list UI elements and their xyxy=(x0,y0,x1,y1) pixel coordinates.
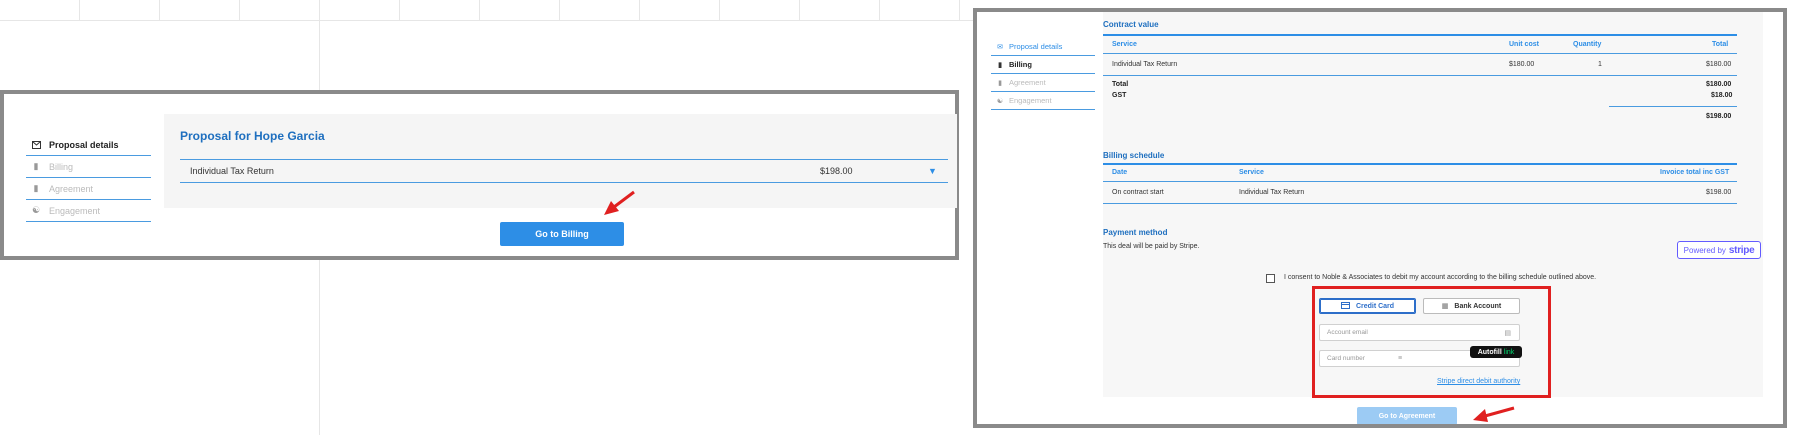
step-label: Proposal details xyxy=(1009,42,1063,51)
table-divider xyxy=(1103,53,1737,54)
billing-panel: ✉ Proposal details ▮ Billing ▮ Agreement… xyxy=(973,8,1787,428)
consent-checkbox[interactable] xyxy=(1266,274,1275,283)
grid-line xyxy=(719,0,720,20)
grid-line xyxy=(639,0,640,20)
table-divider xyxy=(1103,75,1737,76)
col-total: Total xyxy=(1712,41,1729,48)
consent-text: I consent to Noble & Associates to debit… xyxy=(1284,274,1597,281)
billing-schedule-title: Billing schedule xyxy=(1103,151,1165,160)
proposal-details-panel: Proposal details ▮ Billing ▮ Agreement ☯… xyxy=(0,90,959,260)
grid-line xyxy=(959,0,960,20)
powered-by-stripe-badge[interactable]: Powered by stripe xyxy=(1677,241,1761,259)
billing-content: Contract value Service Unit cost Quantit… xyxy=(1103,12,1763,398)
grid-line xyxy=(559,0,560,20)
contract-quantity: 1 xyxy=(1598,61,1602,68)
step-label: Billing xyxy=(1009,60,1032,69)
caret-down-icon[interactable]: ▼ xyxy=(928,166,937,176)
col-invoice-total: Invoice total inc GST xyxy=(1660,169,1730,176)
step-billing[interactable]: ▮ Billing xyxy=(26,156,151,178)
col-service: Service xyxy=(1112,41,1137,48)
step-nav: ✉ Proposal details ▮ Billing ▮ Agreement… xyxy=(991,38,1095,110)
red-arrow-annotation xyxy=(1473,406,1515,422)
proposal-title: Proposal for Hope Garcia xyxy=(180,129,325,143)
gst-label: GST xyxy=(1112,92,1127,99)
step-label: Engagement xyxy=(49,205,101,216)
contract-value-title: Contract value xyxy=(1103,20,1159,29)
document-icon: ▮ xyxy=(998,79,1002,87)
step-engagement[interactable]: ☯ Engagement xyxy=(26,200,151,222)
payment-method-title: Payment method xyxy=(1103,228,1168,237)
handshake-icon: ☯ xyxy=(31,205,41,215)
col-date: Date xyxy=(1112,169,1128,176)
grid-line xyxy=(0,20,973,21)
step-label: Billing xyxy=(49,161,74,172)
step-proposal-details[interactable]: ✉ Proposal details xyxy=(991,38,1095,56)
go-to-agreement-button[interactable]: Go to Agreement xyxy=(1357,407,1457,424)
total-divider xyxy=(1609,106,1737,107)
total-value: $180.00 xyxy=(1706,81,1732,88)
grid-line xyxy=(799,0,800,20)
step-billing[interactable]: ▮ Billing xyxy=(991,56,1095,74)
step-agreement[interactable]: ▮ Agreement xyxy=(26,178,151,200)
section-divider xyxy=(1103,34,1737,36)
table-divider xyxy=(1103,181,1737,182)
powered-by-text: Powered by xyxy=(1683,245,1726,255)
grid-line xyxy=(399,0,400,20)
go-to-billing-button[interactable]: Go to Billing xyxy=(500,222,624,246)
col-service: Service xyxy=(1239,169,1264,176)
envelope-icon: ✉ xyxy=(997,43,1003,51)
contract-total: $180.00 xyxy=(1706,61,1732,68)
step-label: Agreement xyxy=(1009,78,1046,87)
grid-line xyxy=(479,0,480,20)
billing-amount: $198.00 xyxy=(1706,189,1732,196)
col-unit-cost: Unit cost xyxy=(1509,41,1539,48)
billing-date: On contract start xyxy=(1112,189,1164,196)
table-divider xyxy=(1103,203,1737,204)
step-label: Engagement xyxy=(1009,96,1052,105)
step-agreement[interactable]: ▮ Agreement xyxy=(991,74,1095,92)
stripe-logo: stripe xyxy=(1728,244,1755,256)
gst-value: $18.00 xyxy=(1711,92,1733,99)
grid-line xyxy=(159,0,160,20)
handshake-icon: ☯ xyxy=(996,97,1004,105)
step-label: Proposal details xyxy=(49,139,119,150)
step-engagement[interactable]: ☯ Engagement xyxy=(991,92,1095,110)
grand-total: $198.00 xyxy=(1706,113,1732,120)
service-amount: $198.00 xyxy=(820,166,853,176)
proposal-summary: Proposal for Hope Garcia Individual Tax … xyxy=(164,114,957,208)
contract-unit-cost: $180.00 xyxy=(1509,61,1535,68)
red-arrow-annotation xyxy=(604,190,635,215)
service-name: Individual Tax Return xyxy=(190,166,274,176)
grid-line xyxy=(239,0,240,20)
red-highlight-annotation xyxy=(1312,286,1551,398)
proposal-service-row[interactable]: Individual Tax Return $198.00 ▼ xyxy=(180,159,948,183)
step-label: Agreement xyxy=(49,183,94,194)
document-icon: ▮ xyxy=(998,61,1002,69)
grid-line xyxy=(879,0,880,20)
document-icon: ▮ xyxy=(33,183,39,193)
payment-note: This deal will be paid by Stripe. xyxy=(1103,243,1200,250)
document-icon: ▮ xyxy=(33,161,39,171)
grid-line xyxy=(79,0,80,20)
section-divider xyxy=(1103,163,1737,165)
step-proposal-details[interactable]: Proposal details xyxy=(26,134,151,156)
total-label: Total xyxy=(1112,81,1129,88)
col-quantity: Quantity xyxy=(1573,41,1602,48)
billing-service: Individual Tax Return xyxy=(1239,189,1305,196)
contract-service: Individual Tax Return xyxy=(1112,61,1178,68)
step-nav: Proposal details ▮ Billing ▮ Agreement ☯… xyxy=(26,134,151,222)
envelope-icon xyxy=(31,140,41,150)
